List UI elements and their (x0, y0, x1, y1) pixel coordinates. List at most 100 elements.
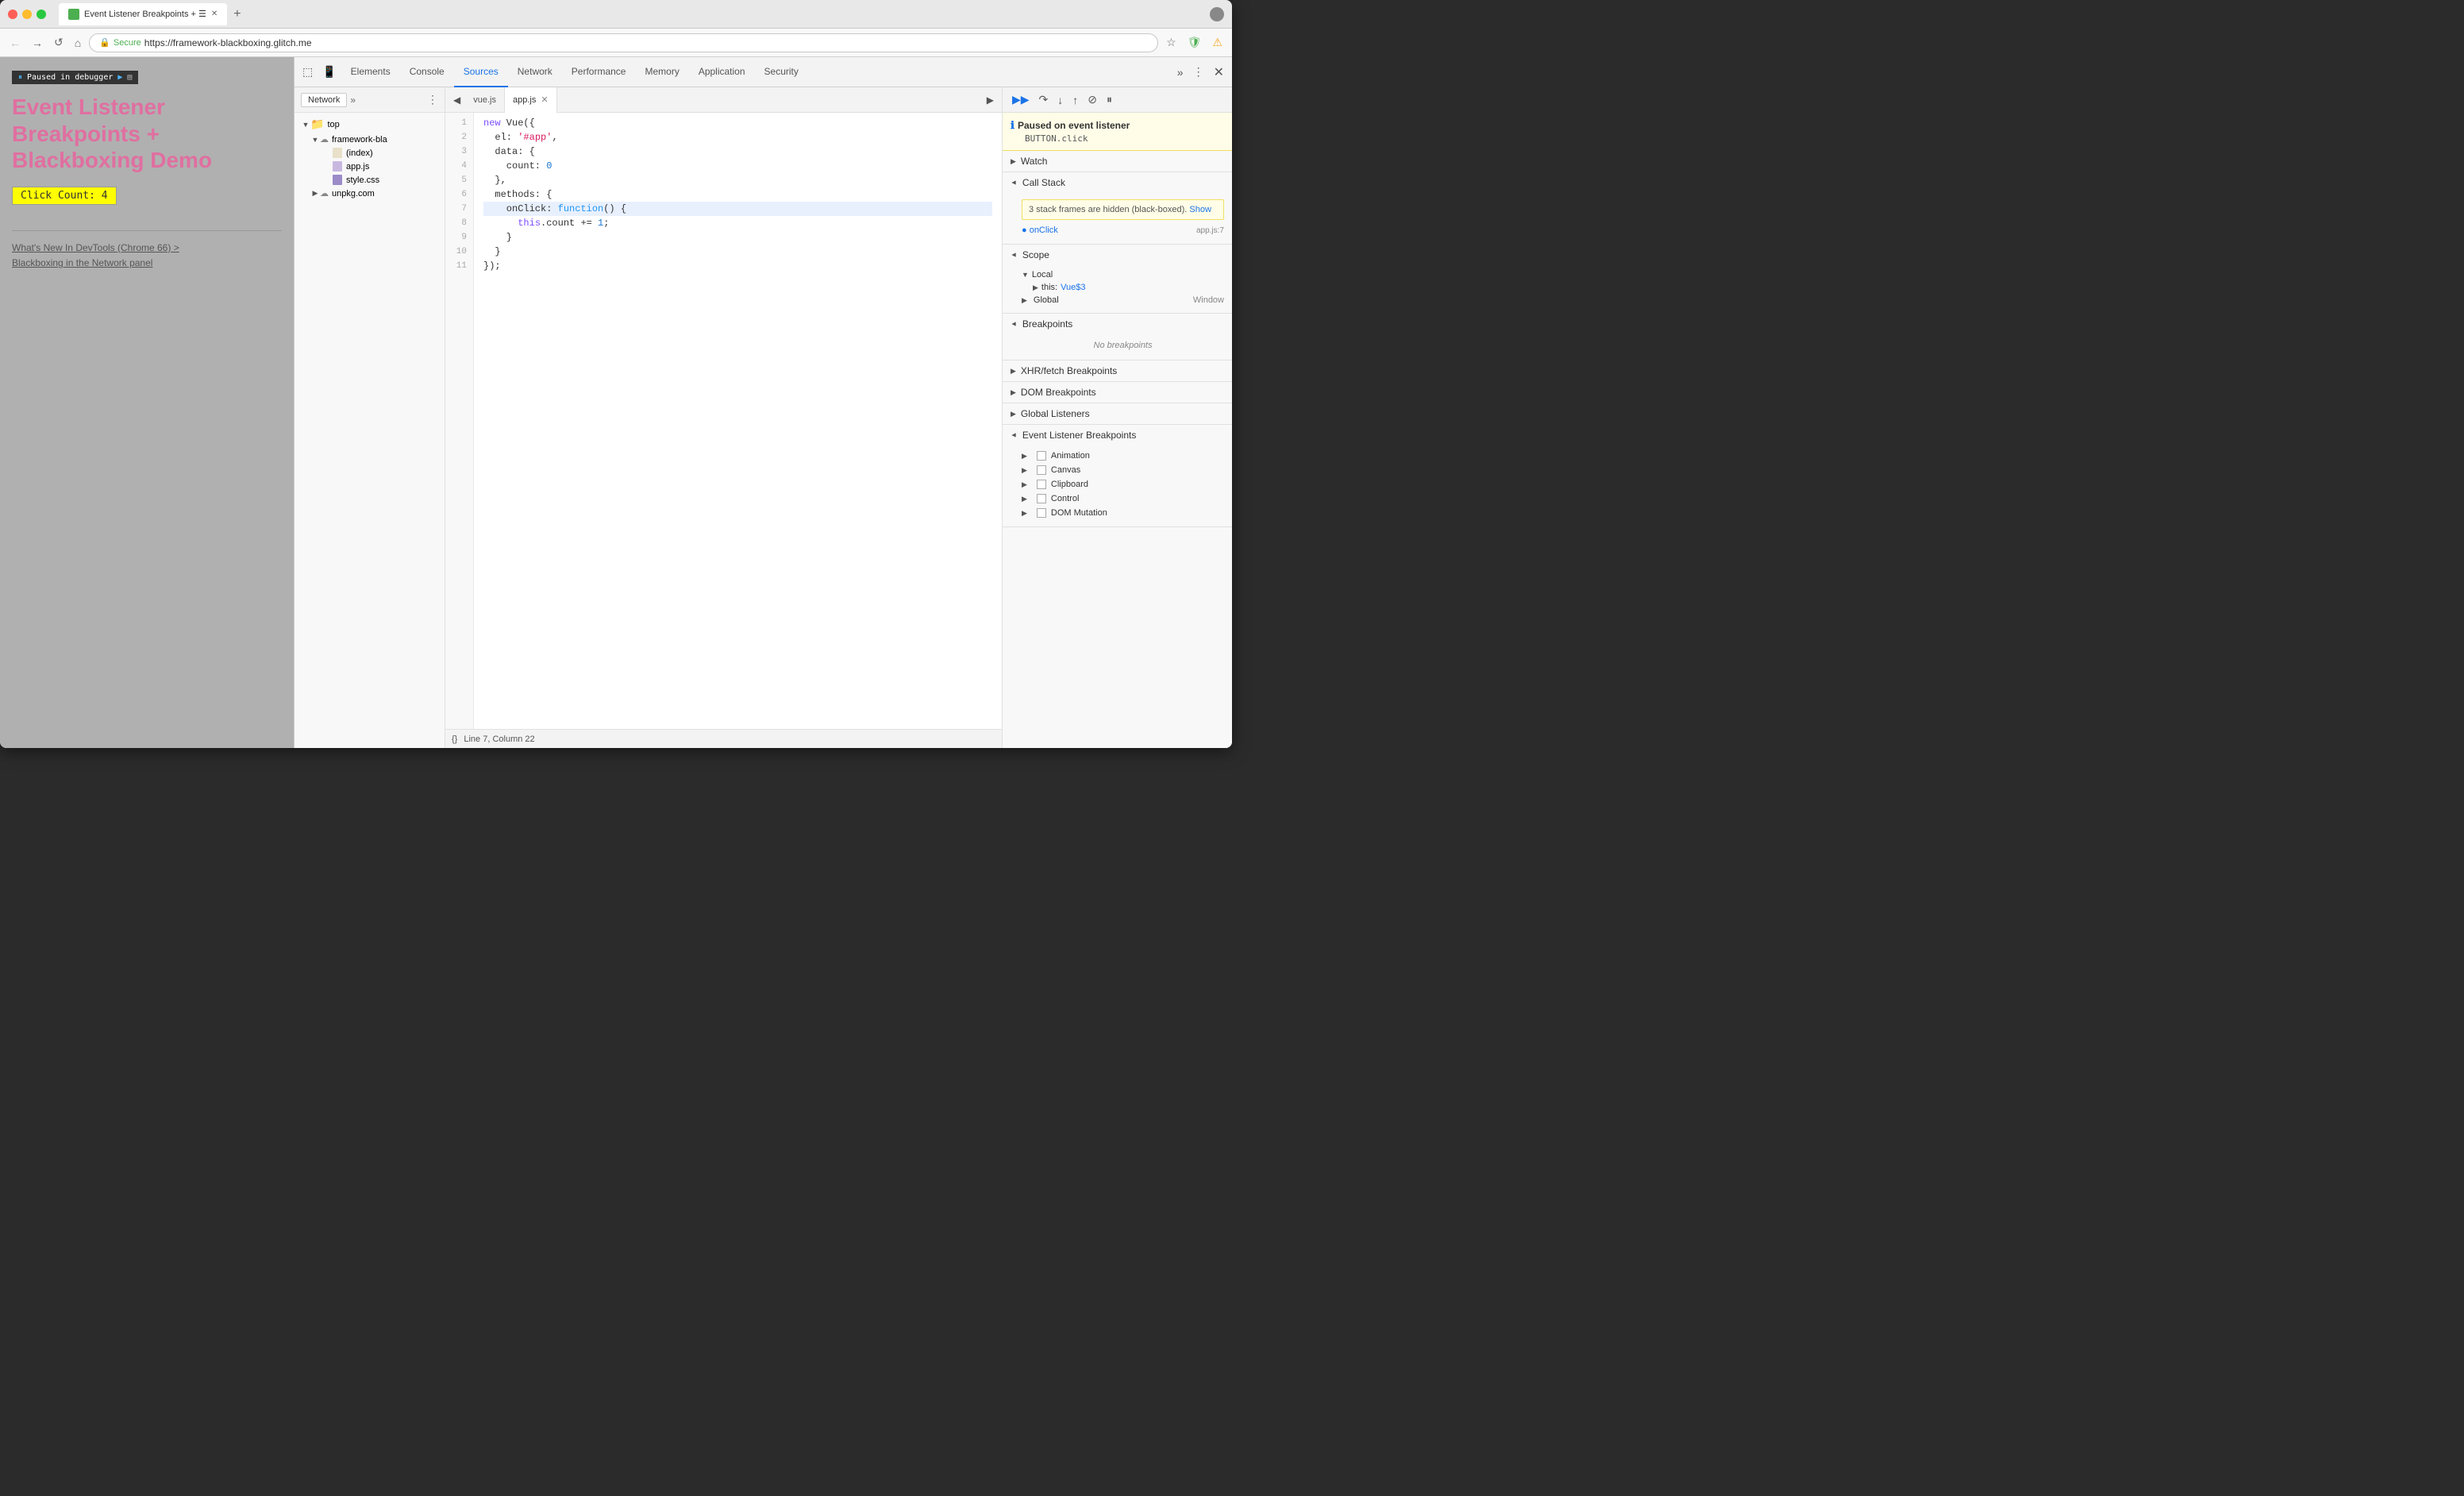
editor-tab-appjs[interactable]: app.js ✕ (505, 87, 557, 113)
code-content[interactable]: new Vue({ el: '#app', data: { count: 0 (474, 113, 1002, 729)
scope-this-key: this: (1041, 283, 1057, 292)
tree-item-top[interactable]: ▼ 📁 top (295, 116, 445, 133)
tab-close-icon[interactable]: ✕ (211, 10, 218, 18)
ln-3: 3 (452, 145, 467, 159)
step-into-button[interactable]: ↓ (1054, 92, 1066, 108)
tab-security[interactable]: Security (755, 57, 808, 87)
inspect-element-icon[interactable]: ⬚ (298, 62, 318, 82)
browser-tab-active[interactable]: Event Listener Breakpoints + ☰ ✕ (59, 3, 227, 25)
page-link-1[interactable]: What's New In DevTools (Chrome 66) > (12, 241, 282, 256)
line-numbers: 1 2 3 4 5 6 7 8 9 10 11 (445, 113, 474, 729)
paused-notice: ℹ Paused on event listener BUTTON.click (1003, 113, 1232, 151)
new-tab-button[interactable]: + (233, 7, 241, 21)
scope-global-item[interactable]: ▶ Global Window (1022, 294, 1224, 307)
forward-button[interactable]: → (29, 35, 46, 51)
maximize-button[interactable] (37, 10, 46, 19)
el-bp-dom-mutation[interactable]: ▶ DOM Mutation (1022, 506, 1224, 520)
el-control-checkbox[interactable] (1037, 494, 1046, 503)
scope-section: ▼ Scope ▼ Local ▶ this: Vue$3 (1003, 245, 1232, 314)
el-canvas-label: Canvas (1051, 465, 1080, 475)
global-listeners-arrow: ▶ (1011, 410, 1016, 418)
click-count-button[interactable]: Click Count: 4 (12, 187, 117, 205)
editor-back-btn[interactable]: ◀ (449, 93, 465, 107)
close-button[interactable] (8, 10, 17, 19)
watch-header[interactable]: ▶ Watch (1003, 151, 1232, 172)
format-button[interactable]: {} (452, 735, 457, 744)
breakpoints-header[interactable]: ▼ Breakpoints (1003, 314, 1232, 334)
scope-local-header[interactable]: ▼ Local (1022, 268, 1224, 281)
scope-header[interactable]: ▼ Scope (1003, 245, 1232, 265)
code-line-2: el: '#app', (483, 130, 992, 145)
el-canvas-checkbox[interactable] (1037, 465, 1046, 475)
deactivate-breakpoints[interactable]: ⊘ (1084, 91, 1100, 108)
xhr-header[interactable]: ▶ XHR/fetch Breakpoints (1003, 361, 1232, 381)
el-dom-mutation-arrow: ▶ (1022, 509, 1027, 518)
callstack-warning-text: 3 stack frames are hidden (black-boxed). (1029, 205, 1187, 214)
editor-run-button[interactable]: ▶ (982, 93, 999, 107)
dom-bp-arrow: ▶ (1011, 388, 1016, 397)
extension-btn[interactable]: ⚠ (1209, 34, 1226, 51)
more-tabs-button[interactable]: » (1172, 63, 1188, 82)
el-control-label: Control (1051, 494, 1079, 503)
global-listeners-label: Global Listeners (1021, 408, 1090, 419)
el-bp-animation[interactable]: ▶ Animation (1022, 449, 1224, 463)
tree-arrow-framework: ▼ (310, 136, 320, 144)
global-listeners-header[interactable]: ▶ Global Listeners (1003, 403, 1232, 424)
info-icon: ℹ (1011, 119, 1014, 132)
editor-tab-appjs-close[interactable]: ✕ (541, 94, 548, 105)
scope-label: Scope (1022, 249, 1049, 260)
url-bar[interactable]: 🔒 Secure https://framework-blackboxing.g… (89, 33, 1158, 52)
el-clipboard-checkbox[interactable] (1037, 480, 1046, 489)
tree-item-unpkg[interactable]: ▶ ☁ unpkg.com (295, 187, 445, 200)
tree-item-appjs[interactable]: ▶ app.js (295, 160, 445, 173)
tree-item-stylecss[interactable]: ▶ style.css (295, 173, 445, 187)
blackbox-icon[interactable]: ▤ (127, 73, 132, 82)
network-tab-button[interactable]: Network (301, 93, 347, 107)
page-link-2[interactable]: Blackboxing in the Network panel (12, 256, 282, 271)
scope-this-item[interactable]: ▶ this: Vue$3 (1022, 281, 1224, 294)
callstack-item-onclick[interactable]: ● onClick app.js:7 (1022, 223, 1224, 237)
sidebar-menu-button[interactable]: ⋮ (427, 93, 438, 106)
callstack-header[interactable]: ▼ Call Stack (1003, 172, 1232, 193)
tab-sources[interactable]: Sources (454, 57, 508, 87)
sidebar-more-button[interactable]: » (350, 94, 356, 106)
tab-performance[interactable]: Performance (562, 57, 636, 87)
el-clipboard-arrow: ▶ (1022, 480, 1027, 489)
devtools-close-button[interactable]: ✕ (1209, 61, 1229, 83)
back-button[interactable]: ← (6, 35, 24, 51)
el-dom-mutation-checkbox[interactable] (1037, 508, 1046, 518)
tree-label-appjs: app.js (346, 162, 369, 172)
el-bp-clipboard[interactable]: ▶ Clipboard (1022, 477, 1224, 492)
pause-on-exceptions[interactable]: ⏸ (1103, 91, 1115, 108)
el-animation-checkbox[interactable] (1037, 451, 1046, 461)
secure-icon: 🔒 (99, 37, 110, 48)
callstack-item-name: ● onClick (1022, 226, 1058, 235)
extension-shield[interactable]: 🛡 (1184, 34, 1205, 51)
resume-icon[interactable]: ▶ (117, 73, 122, 82)
tab-application[interactable]: Application (689, 57, 755, 87)
home-button[interactable]: ⌂ (71, 35, 84, 51)
tab-elements[interactable]: Elements (341, 57, 400, 87)
page-content: ⏸ Paused in debugger ▶ ▤ Event Listener … (0, 57, 294, 748)
step-out-button[interactable]: ↑ (1069, 92, 1081, 108)
el-bp-control[interactable]: ▶ Control (1022, 492, 1224, 506)
tab-memory[interactable]: Memory (635, 57, 688, 87)
page-links: What's New In DevTools (Chrome 66) > Bla… (12, 241, 282, 271)
step-over-button[interactable]: ↷ (1036, 91, 1052, 108)
tab-console[interactable]: Console (400, 57, 454, 87)
debugger-panel: ▶▶ ↷ ↓ ↑ ⊘ ⏸ ℹ Paused on event listener (1002, 87, 1232, 748)
minimize-button[interactable] (22, 10, 32, 19)
editor-tab-vuejs[interactable]: vue.js (465, 87, 505, 113)
resume-button[interactable]: ▶▶ (1009, 91, 1033, 108)
tree-item-framework[interactable]: ▼ ☁ framework-bla (295, 133, 445, 146)
tree-item-index[interactable]: ▶ (index) (295, 146, 445, 160)
refresh-button[interactable]: ↺ (51, 34, 67, 51)
event-listener-bp-header[interactable]: ▼ Event Listener Breakpoints (1003, 425, 1232, 445)
tab-network[interactable]: Network (508, 57, 562, 87)
el-bp-canvas[interactable]: ▶ Canvas (1022, 463, 1224, 477)
device-toolbar-icon[interactable]: 📱 (318, 62, 341, 82)
devtools-menu-button[interactable]: ⋮ (1188, 62, 1209, 82)
dom-breakpoints-header[interactable]: ▶ DOM Breakpoints (1003, 382, 1232, 403)
callstack-show-link[interactable]: Show (1189, 205, 1211, 214)
bookmark-button[interactable]: ☆ (1163, 34, 1180, 51)
